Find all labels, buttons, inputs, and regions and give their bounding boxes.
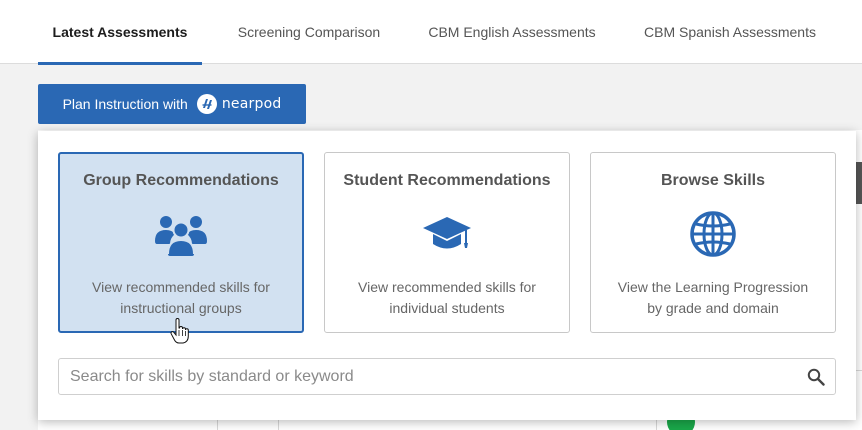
search-icon[interactable] bbox=[807, 368, 825, 386]
card-description: View recommended skills for individual s… bbox=[335, 277, 559, 319]
card-title: Group Recommendations bbox=[83, 172, 279, 189]
plan-instruction-dropdown: Group Recommendations View recommended s… bbox=[38, 131, 856, 420]
card-description: View recommended skills for instructiona… bbox=[70, 277, 292, 319]
table-divider bbox=[856, 370, 862, 371]
card-description-line: by grade and domain bbox=[647, 300, 779, 316]
card-description-line: instructional groups bbox=[120, 300, 242, 316]
plan-instruction-label: Plan Instruction with bbox=[62, 96, 188, 112]
users-group-icon bbox=[153, 212, 209, 258]
card-description-line: View recommended skills for bbox=[358, 279, 536, 295]
card-description: View the Learning Progression by grade a… bbox=[601, 277, 825, 319]
group-recommendations-card[interactable]: Group Recommendations View recommended s… bbox=[58, 152, 304, 333]
card-description-line: View the Learning Progression bbox=[617, 279, 809, 295]
skills-search-box bbox=[58, 358, 836, 395]
assessment-tabs: Latest Assessments Screening Comparison … bbox=[0, 0, 862, 65]
card-title: Student Recommendations bbox=[343, 172, 551, 189]
card-description-line: View recommended skills for bbox=[92, 279, 270, 295]
browse-skills-card[interactable]: Browse Skills View the Learning Progress… bbox=[590, 152, 836, 333]
student-recommendations-card[interactable]: Student Recommendations View recommended… bbox=[324, 152, 570, 333]
skills-search-input[interactable] bbox=[59, 359, 789, 394]
tab-cbm-english-assessments[interactable]: CBM English Assessments bbox=[414, 0, 610, 64]
card-title: Browse Skills bbox=[660, 172, 766, 189]
nearpod-logo: nearpod bbox=[196, 93, 282, 115]
card-description-line: individual students bbox=[389, 300, 505, 316]
tab-latest-assessments[interactable]: Latest Assessments bbox=[38, 0, 202, 65]
graduation-cap-icon bbox=[419, 211, 475, 257]
tab-cbm-spanish-assessments[interactable]: CBM Spanish Assessments bbox=[630, 0, 830, 64]
tab-screening-comparison[interactable]: Screening Comparison bbox=[222, 0, 396, 64]
plan-instruction-button[interactable]: Plan Instruction with nearpod bbox=[38, 84, 306, 124]
globe-icon bbox=[685, 211, 741, 257]
nearpod-wordmark: nearpod bbox=[221, 96, 282, 112]
nearpod-logo-icon bbox=[196, 94, 217, 114]
